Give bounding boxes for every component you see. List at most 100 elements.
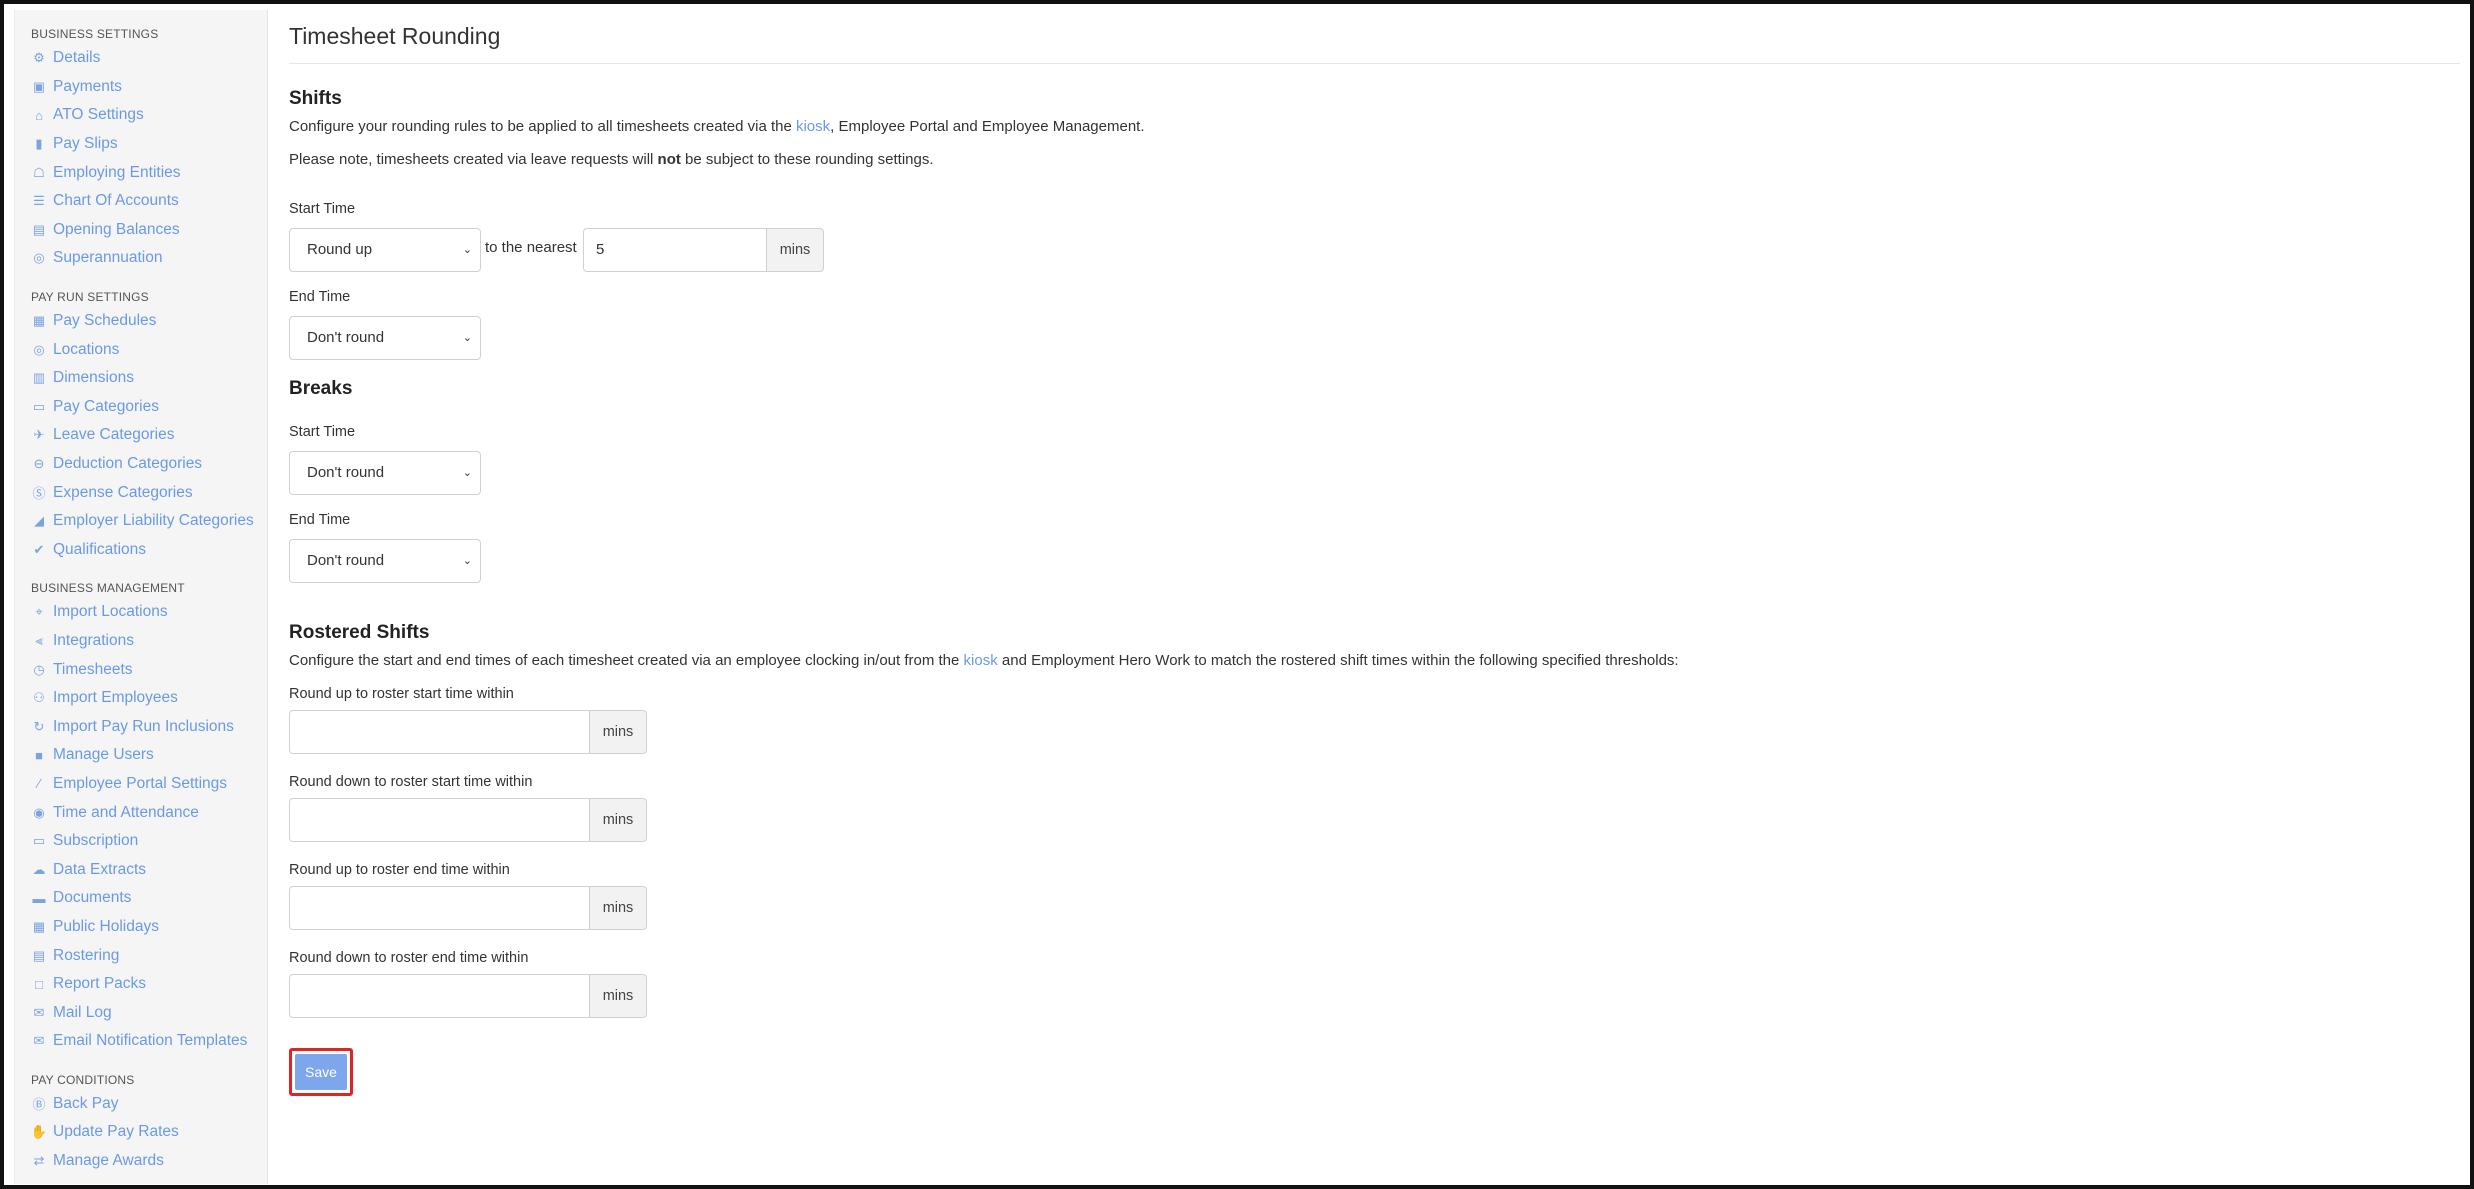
shifts-desc-text: Configure your rounding rules to be appl… — [289, 118, 796, 135]
sidebar-item-dimensions[interactable]: ▥ Dimensions — [31, 364, 267, 393]
sidebar-item-employee-portal-settings[interactable]: ∕ Employee Portal Settings — [31, 770, 267, 799]
sidebar-item-label: Integrations — [53, 631, 134, 649]
sidebar-item-pay-categories[interactable]: ▭ Pay Categories — [31, 393, 267, 422]
sidebar-item-pay-slips[interactable]: ▮ Pay Slips — [31, 130, 267, 159]
sidebar-item-locations[interactable]: ◎ Locations — [31, 335, 267, 364]
sidebar-section-heading: PAY CONDITIONS — [31, 1072, 135, 1087]
nearest-minutes-unit: mins — [766, 228, 824, 272]
sidebar-item-label: Subscription — [53, 832, 139, 850]
breaks-heading: Breaks — [289, 378, 353, 399]
sidebar-item-details[interactable]: ⚙ Details — [31, 44, 267, 73]
break-end-rounding-select[interactable]: Don't round ⌄ — [289, 539, 481, 583]
sidebar-item-data-extracts[interactable]: ☁ Data Extracts — [31, 855, 267, 884]
kiosk-link[interactable]: kiosk — [964, 652, 998, 669]
sidebar-item-label: Employee Portal Settings — [53, 774, 228, 792]
hand-money-icon: ✋ — [30, 1124, 48, 1140]
sidebar-item-opening-balances[interactable]: ▤ Opening Balances — [31, 216, 267, 245]
sidebar-item-time-and-attendance[interactable]: ◉ Time and Attendance — [31, 798, 267, 827]
sidebar-item-update-pay-rates[interactable]: ✋ Update Pay Rates — [31, 1118, 267, 1147]
check-icon: ✔ — [33, 541, 45, 557]
money-icon: ▭ — [32, 398, 46, 414]
round-up-end-input[interactable] — [289, 886, 589, 930]
sidebar-item-employer-liability-categories[interactable]: ◢ Employer Liability Categories — [31, 507, 267, 536]
round-down-start-input[interactable] — [289, 798, 589, 842]
sidebar-item-superannuation[interactable]: ◎ Superannuation — [31, 244, 267, 273]
page-title: Timesheet Rounding — [289, 10, 2460, 64]
round-up-start-unit: mins — [589, 710, 647, 754]
round-up-start-input[interactable] — [289, 710, 589, 754]
nearest-minutes-input[interactable]: 5 — [583, 228, 766, 272]
sidebar-item-deduction-categories[interactable]: ⊖ Deduction Categories — [31, 450, 267, 479]
area-chart-icon: ◢ — [34, 513, 44, 529]
sidebar-item-label: Employer Liability Categories — [53, 512, 254, 530]
sidebar-item-public-holidays[interactable]: ▦ Public Holidays — [31, 913, 267, 942]
magic-wand-icon: ∕ — [37, 776, 41, 792]
sidebar-item-manage-awards[interactable]: ⇄ Manage Awards — [31, 1147, 267, 1176]
shifts-heading: Shifts — [289, 88, 342, 109]
round-down-end-unit: mins — [589, 974, 647, 1018]
sidebar-item-integrations[interactable]: ⫷ Integrations — [31, 627, 267, 656]
sidebar-item-label: ATO Settings — [53, 106, 144, 124]
sidebar-item-label: Deduction Categories — [53, 455, 203, 473]
rostered-shifts-description: Configure the start and end times of eac… — [289, 652, 1679, 669]
sidebar-item-import-pay-run-inclusions[interactable]: ↻ Import Pay Run Inclusions — [31, 712, 267, 741]
sidebar-item-label: Data Extracts — [53, 860, 147, 878]
round-up-start-label: Round up to roster start time within — [289, 686, 514, 702]
sidebar-item-label: Email Notification Templates — [53, 1032, 248, 1050]
kiosk-link[interactable]: kiosk — [796, 118, 830, 135]
sidebar-item-label: Chart Of Accounts — [53, 192, 179, 210]
break-start-time-label: Start Time — [289, 424, 356, 440]
sidebar-item-mail-log[interactable]: ✉ Mail Log — [31, 998, 267, 1027]
sidebar-item-timesheets[interactable]: ◷ Timesheets — [31, 655, 267, 684]
integration-icon: ⫷ — [35, 632, 43, 648]
sidebar-item-employing-entities[interactable]: ☖ Employing Entities — [31, 158, 267, 187]
sidebar-item-label: Update Pay Rates — [53, 1123, 179, 1141]
save-button[interactable]: Save — [295, 1054, 347, 1090]
round-down-end-input[interactable] — [289, 974, 589, 1018]
sidebar-item-label: Import Locations — [53, 603, 168, 621]
exchange-icon: ⇄ — [33, 1153, 45, 1169]
roster-icon: ▤ — [32, 947, 46, 963]
envelope-icon: ✉ — [33, 1004, 45, 1020]
sidebar-item-manage-users[interactable]: ■ Manage Users — [31, 741, 267, 770]
folder-open-icon: □ — [35, 976, 43, 992]
sidebar-item-chart-of-accounts[interactable]: ☰ Chart Of Accounts — [31, 187, 267, 216]
shift-end-rounding-value: Don't round — [307, 329, 385, 346]
sidebar-item-expense-categories[interactable]: Ⓢ Expense Categories — [31, 478, 267, 507]
ledger-icon: ▤ — [32, 221, 46, 237]
sidebar-item-pay-schedules[interactable]: ▦ Pay Schedules — [31, 307, 267, 336]
sidebar-item-leave-categories[interactable]: ✈ Leave Categories — [31, 421, 267, 450]
sidebar-item-label: Back Pay — [53, 1094, 119, 1112]
sidebar-item-import-locations[interactable]: ⌖ Import Locations — [31, 598, 267, 627]
nearest-minutes-group: 5 mins — [583, 228, 824, 272]
sidebar-item-import-employees[interactable]: ⚇ Import Employees — [31, 684, 267, 713]
sidebar-item-report-packs[interactable]: □ Report Packs — [31, 970, 267, 999]
shift-start-rounding-value: Round up — [307, 241, 373, 258]
chart-box-icon: ▥ — [32, 370, 46, 386]
settings-sidebar: BUSINESS SETTINGS ⚙ Details ▣ Payments ⌂ ATO S… — [14, 10, 268, 1184]
sidebar-item-ato-settings[interactable]: ⌂ ATO Settings — [31, 101, 267, 130]
sidebar-item-label: Opening Balances — [53, 220, 180, 238]
shift-end-rounding-select[interactable]: Don't round ⌄ — [289, 316, 481, 360]
gear-icon: ⚙ — [33, 50, 45, 66]
sidebar-item-subscription[interactable]: ▭ Subscription — [31, 827, 267, 856]
break-end-time-label: End Time — [289, 512, 351, 528]
calendar-icon: ▦ — [32, 918, 46, 934]
break-start-rounding-select[interactable]: Don't round ⌄ — [289, 451, 481, 495]
sidebar-item-qualifications[interactable]: ✔ Qualifications — [31, 536, 267, 565]
clock-icon: ◷ — [33, 661, 45, 677]
sidebar-section-heading: BUSINESS MANAGEMENT — [31, 581, 185, 596]
sidebar-item-rostering[interactable]: ▤ Rostering — [31, 941, 267, 970]
sidebar-item-back-pay[interactable]: Ⓑ Back Pay — [31, 1090, 267, 1119]
sidebar-item-email-notification-templates[interactable]: ✉ Email Notification Templates — [31, 1027, 267, 1056]
sidebar-item-label: Import Employees — [53, 689, 178, 707]
chevron-down-icon: ⌄ — [462, 332, 472, 344]
rostered-shifts-heading: Rostered Shifts — [289, 622, 430, 643]
file-icon: ▮ — [35, 136, 43, 152]
sidebar-item-payments[interactable]: ▣ Payments — [31, 73, 267, 102]
shift-start-rounding-select[interactable]: Round up ⌄ — [289, 228, 481, 272]
sidebar-item-documents[interactable]: ▬ Documents — [31, 884, 267, 913]
sidebar-section-heading: BUSINESS SETTINGS — [31, 27, 159, 41]
cloud-download-icon: ☁ — [32, 861, 46, 877]
